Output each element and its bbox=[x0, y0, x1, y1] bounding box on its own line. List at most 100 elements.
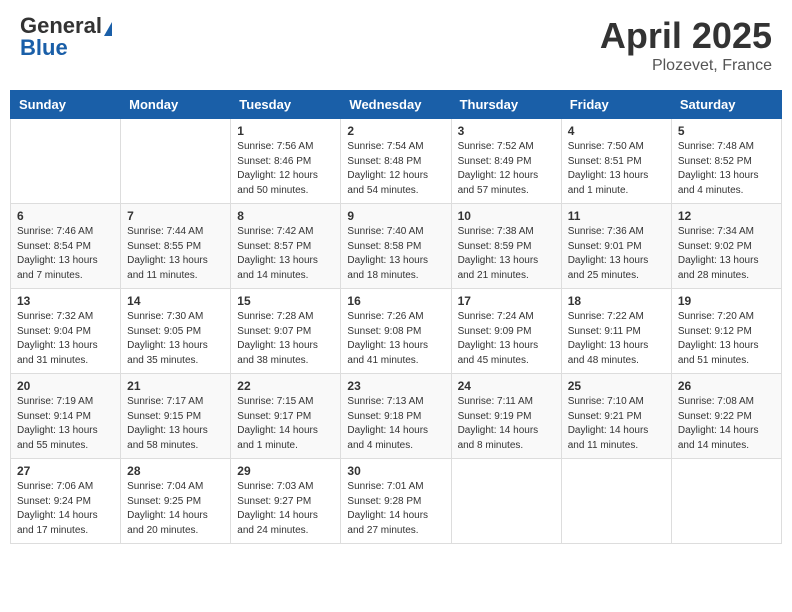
page-header: General Blue April 2025 Plozevet, France bbox=[10, 10, 782, 80]
day-info: Sunrise: 7:34 AMSunset: 9:02 PMDaylight:… bbox=[678, 225, 775, 283]
calendar-cell: 8 Sunrise: 7:42 AMSunset: 8:57 PMDaylight… bbox=[231, 204, 341, 289]
day-number: 13 bbox=[17, 294, 114, 308]
day-number: 11 bbox=[568, 209, 665, 223]
day-info: Sunrise: 7:36 AMSunset: 9:01 PMDaylight:… bbox=[568, 225, 665, 283]
calendar-cell: 4 Sunrise: 7:50 AMSunset: 8:51 PMDaylight… bbox=[561, 119, 671, 204]
day-info: Sunrise: 7:40 AMSunset: 8:58 PMDaylight:… bbox=[347, 225, 444, 283]
day-of-week-header: Wednesday bbox=[341, 91, 451, 119]
calendar-cell: 12 Sunrise: 7:34 AMSunset: 9:02 PMDayligh… bbox=[671, 204, 781, 289]
logo-blue-text: Blue bbox=[20, 37, 112, 59]
calendar-cell: 24 Sunrise: 7:11 AMSunset: 9:19 PMDayligh… bbox=[451, 374, 561, 459]
day-of-week-header: Monday bbox=[121, 91, 231, 119]
day-number: 9 bbox=[347, 209, 444, 223]
day-number: 7 bbox=[127, 209, 224, 223]
calendar-cell: 16Sunrise: 7:26 AMSunset: 9:08 PMDayligh… bbox=[341, 289, 451, 374]
day-info: Sunrise: 7:15 AMSunset: 9:17 PMDaylight:… bbox=[237, 395, 334, 453]
day-number: 24 bbox=[458, 379, 555, 393]
calendar-cell: 13 Sunrise: 7:32 AMSunset: 9:04 PMDayligh… bbox=[11, 289, 121, 374]
logo-icon bbox=[104, 22, 112, 36]
day-info: Sunrise: 7:54 AMSunset: 8:48 PMDaylight:… bbox=[347, 140, 444, 198]
day-number: 8 bbox=[237, 209, 334, 223]
day-number: 23 bbox=[347, 379, 444, 393]
day-number: 22 bbox=[237, 379, 334, 393]
day-number: 20 bbox=[17, 379, 114, 393]
day-number: 16 bbox=[347, 294, 444, 308]
calendar-cell bbox=[121, 119, 231, 204]
day-info: Sunrise: 7:13 AMSunset: 9:18 PMDaylight:… bbox=[347, 395, 444, 453]
calendar-cell: 29 Sunrise: 7:03 AMSunset: 9:27 PMDayligh… bbox=[231, 459, 341, 544]
calendar-cell: 6 Sunrise: 7:46 AMSunset: 8:54 PMDaylight… bbox=[11, 204, 121, 289]
calendar-cell: 27 Sunrise: 7:06 AMSunset: 9:24 PMDayligh… bbox=[11, 459, 121, 544]
calendar-week-row: 13 Sunrise: 7:32 AMSunset: 9:04 PMDayligh… bbox=[11, 289, 782, 374]
calendar-cell bbox=[451, 459, 561, 544]
day-info: Sunrise: 7:17 AMSunset: 9:15 PMDaylight:… bbox=[127, 395, 224, 453]
day-info: Sunrise: 7:06 AMSunset: 9:24 PMDaylight:… bbox=[17, 480, 114, 538]
day-number: 12 bbox=[678, 209, 775, 223]
calendar-cell: 3 Sunrise: 7:52 AMSunset: 8:49 PMDaylight… bbox=[451, 119, 561, 204]
day-of-week-header: Friday bbox=[561, 91, 671, 119]
day-number: 27 bbox=[17, 464, 114, 478]
day-info: Sunrise: 7:32 AMSunset: 9:04 PMDaylight:… bbox=[17, 310, 114, 368]
day-info: Sunrise: 7:10 AMSunset: 9:21 PMDaylight:… bbox=[568, 395, 665, 453]
day-number: 17 bbox=[458, 294, 555, 308]
day-info: Sunrise: 7:42 AMSunset: 8:57 PMDaylight:… bbox=[237, 225, 334, 283]
calendar-week-row: 1 Sunrise: 7:56 AMSunset: 8:46 PMDaylight… bbox=[11, 119, 782, 204]
day-info: Sunrise: 7:38 AMSunset: 8:59 PMDaylight:… bbox=[458, 225, 555, 283]
day-number: 4 bbox=[568, 124, 665, 138]
calendar-cell: 17Sunrise: 7:24 AMSunset: 9:09 PMDayligh… bbox=[451, 289, 561, 374]
day-info: Sunrise: 7:44 AMSunset: 8:55 PMDaylight:… bbox=[127, 225, 224, 283]
calendar-location: Plozevet, France bbox=[600, 57, 772, 75]
day-number: 6 bbox=[17, 209, 114, 223]
day-info: Sunrise: 7:56 AMSunset: 8:46 PMDaylight:… bbox=[237, 140, 334, 198]
calendar-table: SundayMondayTuesdayWednesdayThursdayFrid… bbox=[10, 90, 782, 544]
calendar-cell bbox=[561, 459, 671, 544]
day-info: Sunrise: 7:22 AMSunset: 9:11 PMDaylight:… bbox=[568, 310, 665, 368]
calendar-cell: 22 Sunrise: 7:15 AMSunset: 9:17 PMDayligh… bbox=[231, 374, 341, 459]
calendar-cell: 23 Sunrise: 7:13 AMSunset: 9:18 PMDayligh… bbox=[341, 374, 451, 459]
day-number: 18 bbox=[568, 294, 665, 308]
calendar-cell: 15 Sunrise: 7:28 AMSunset: 9:07 PMDayligh… bbox=[231, 289, 341, 374]
day-info: Sunrise: 7:03 AMSunset: 9:27 PMDaylight:… bbox=[237, 480, 334, 538]
calendar-cell: 5Sunrise: 7:48 AMSunset: 8:52 PMDaylight… bbox=[671, 119, 781, 204]
day-info: Sunrise: 7:20 AMSunset: 9:12 PMDaylight:… bbox=[678, 310, 775, 368]
day-info: Sunrise: 7:19 AMSunset: 9:14 PMDaylight:… bbox=[17, 395, 114, 453]
day-info: Sunrise: 7:50 AMSunset: 8:51 PMDaylight:… bbox=[568, 140, 665, 198]
day-number: 28 bbox=[127, 464, 224, 478]
day-info: Sunrise: 7:46 AMSunset: 8:54 PMDaylight:… bbox=[17, 225, 114, 283]
day-info: Sunrise: 7:52 AMSunset: 8:49 PMDaylight:… bbox=[458, 140, 555, 198]
calendar-cell: 26Sunrise: 7:08 AMSunset: 9:22 PMDayligh… bbox=[671, 374, 781, 459]
day-number: 5 bbox=[678, 124, 775, 138]
calendar-title: April 2025 bbox=[600, 15, 772, 57]
day-number: 10 bbox=[458, 209, 555, 223]
day-info: Sunrise: 7:28 AMSunset: 9:07 PMDaylight:… bbox=[237, 310, 334, 368]
calendar-cell: 28Sunrise: 7:04 AMSunset: 9:25 PMDayligh… bbox=[121, 459, 231, 544]
calendar-cell: 21 Sunrise: 7:17 AMSunset: 9:15 PMDayligh… bbox=[121, 374, 231, 459]
day-of-week-header: Saturday bbox=[671, 91, 781, 119]
day-number: 15 bbox=[237, 294, 334, 308]
calendar-cell: 2 Sunrise: 7:54 AMSunset: 8:48 PMDaylight… bbox=[341, 119, 451, 204]
calendar-cell: 19 Sunrise: 7:20 AMSunset: 9:12 PMDayligh… bbox=[671, 289, 781, 374]
day-number: 2 bbox=[347, 124, 444, 138]
calendar-header-row: SundayMondayTuesdayWednesdayThursdayFrid… bbox=[11, 91, 782, 119]
calendar-cell: 14 Sunrise: 7:30 AMSunset: 9:05 PMDayligh… bbox=[121, 289, 231, 374]
calendar-cell: 1 Sunrise: 7:56 AMSunset: 8:46 PMDaylight… bbox=[231, 119, 341, 204]
calendar-cell: 25 Sunrise: 7:10 AMSunset: 9:21 PMDayligh… bbox=[561, 374, 671, 459]
day-number: 3 bbox=[458, 124, 555, 138]
calendar-cell bbox=[11, 119, 121, 204]
calendar-cell: 18 Sunrise: 7:22 AMSunset: 9:11 PMDayligh… bbox=[561, 289, 671, 374]
day-number: 19 bbox=[678, 294, 775, 308]
day-number: 1 bbox=[237, 124, 334, 138]
calendar-cell bbox=[671, 459, 781, 544]
day-number: 14 bbox=[127, 294, 224, 308]
calendar-cell: 20 Sunrise: 7:19 AMSunset: 9:14 PMDayligh… bbox=[11, 374, 121, 459]
day-number: 29 bbox=[237, 464, 334, 478]
calendar-week-row: 20 Sunrise: 7:19 AMSunset: 9:14 PMDayligh… bbox=[11, 374, 782, 459]
day-info: Sunrise: 7:11 AMSunset: 9:19 PMDaylight:… bbox=[458, 395, 555, 453]
calendar-week-row: 27 Sunrise: 7:06 AMSunset: 9:24 PMDayligh… bbox=[11, 459, 782, 544]
calendar-cell: 30Sunrise: 7:01 AMSunset: 9:28 PMDayligh… bbox=[341, 459, 451, 544]
day-number: 26 bbox=[678, 379, 775, 393]
day-number: 21 bbox=[127, 379, 224, 393]
day-number: 25 bbox=[568, 379, 665, 393]
calendar-week-row: 6 Sunrise: 7:46 AMSunset: 8:54 PMDaylight… bbox=[11, 204, 782, 289]
day-info: Sunrise: 7:30 AMSunset: 9:05 PMDaylight:… bbox=[127, 310, 224, 368]
